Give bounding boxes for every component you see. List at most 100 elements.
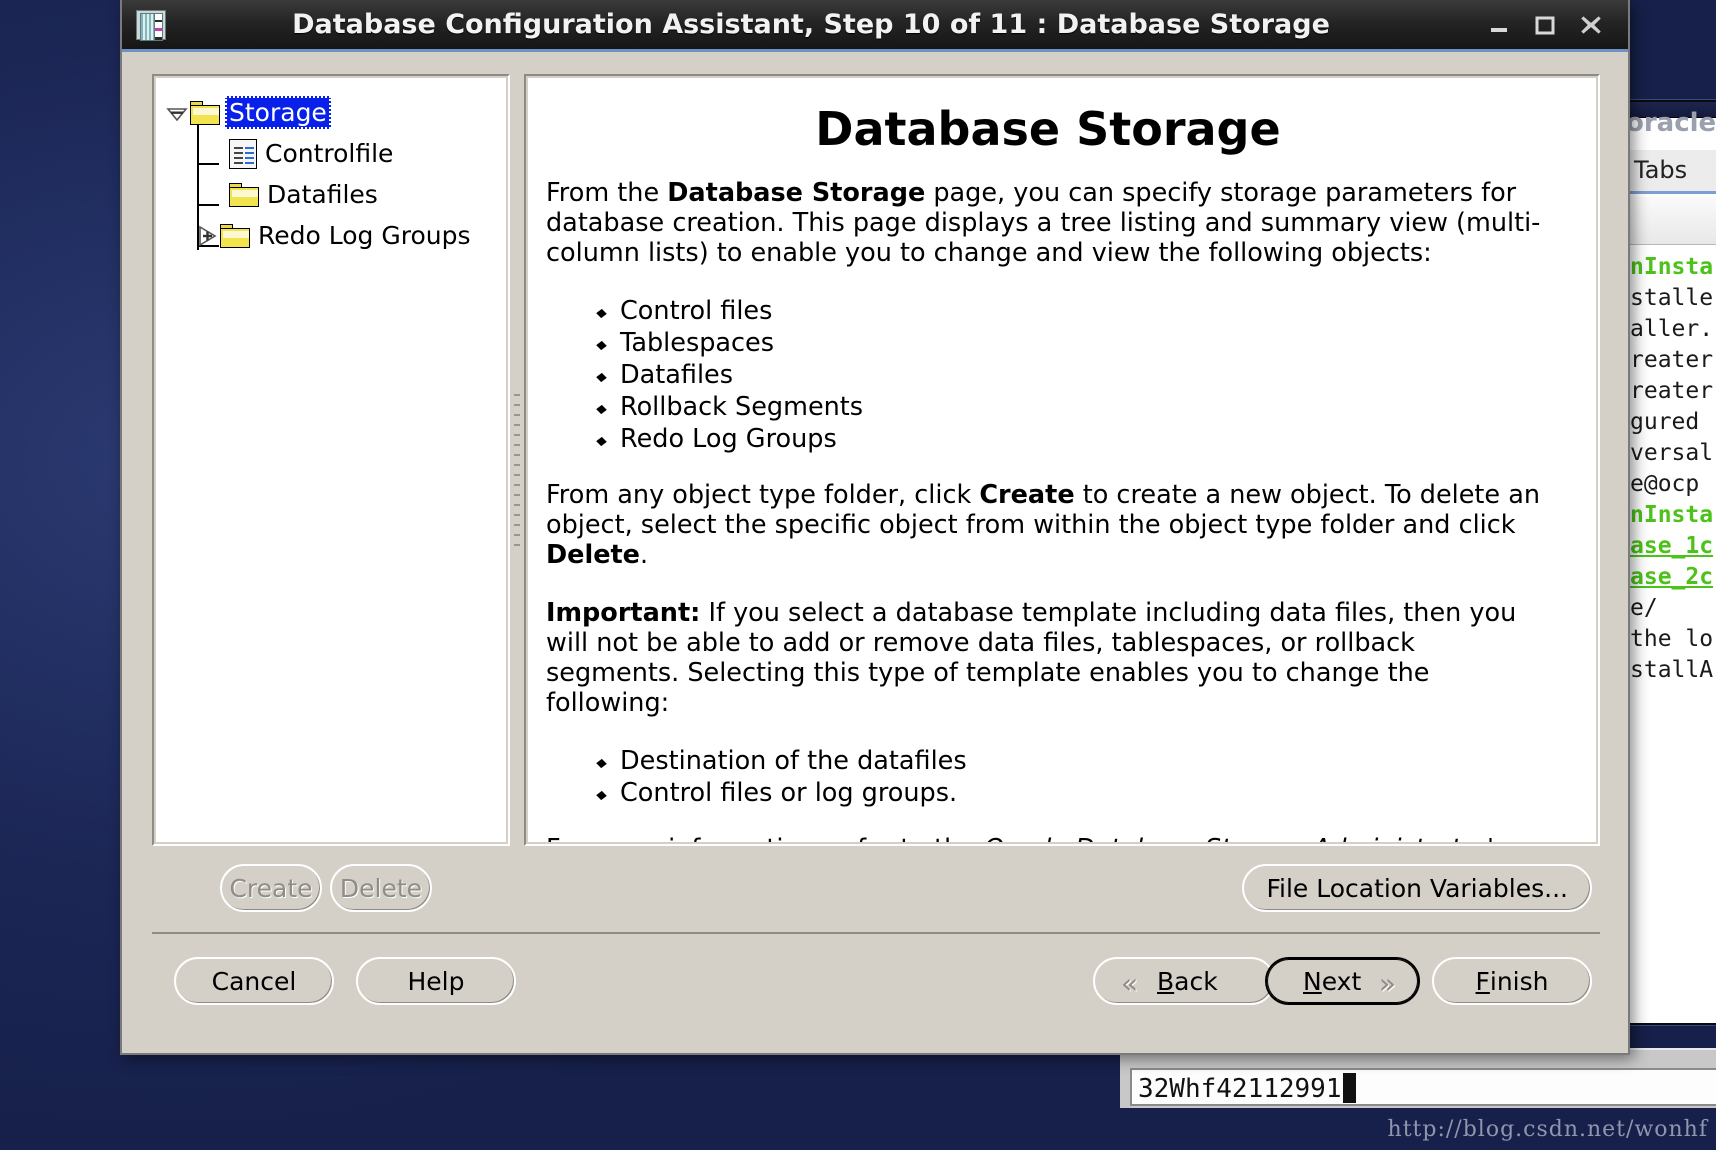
help-list-objects: Control files Tablespaces Datafiles Roll… bbox=[546, 296, 1550, 454]
text-run-bold: Database Storage bbox=[667, 178, 926, 208]
storage-help-pane: Database Storage From the Database Stora… bbox=[524, 74, 1600, 846]
tree-item-label: Redo Log Groups bbox=[258, 221, 471, 250]
finish-button[interactable]: Finish bbox=[1432, 957, 1592, 1005]
close-button[interactable] bbox=[1568, 0, 1614, 51]
list-item: Control files bbox=[620, 296, 1550, 326]
terminal-line: the lo bbox=[1630, 626, 1714, 652]
back-label: ack bbox=[1174, 966, 1218, 996]
storage-split-pane: Storage Controlfile Datafiles Redo Log G… bbox=[152, 74, 1600, 846]
text-run-bold: Create bbox=[979, 480, 1075, 510]
storage-tree[interactable]: Storage Controlfile Datafiles Redo Log G… bbox=[156, 78, 506, 256]
terminal-line: aller.. bbox=[1630, 316, 1716, 342]
tree-item-storage[interactable]: Storage bbox=[166, 92, 506, 133]
terminal-line: staller bbox=[1630, 285, 1716, 311]
terminal-output[interactable]: nInsta staller aller.. reater reater gured ver… bbox=[1628, 246, 1716, 1023]
storage-tree-scroll[interactable]: Storage Controlfile Datafiles Redo Log G… bbox=[156, 78, 506, 842]
finish-mnemonic: F bbox=[1475, 966, 1490, 996]
next-mnemonic: N bbox=[1303, 966, 1322, 996]
minimize-button[interactable] bbox=[1476, 0, 1522, 51]
cancel-button[interactable]: Cancel bbox=[174, 957, 334, 1005]
text-run: For more information, refer to the bbox=[546, 834, 984, 842]
terminal-title-text: oracle@ bbox=[1626, 108, 1716, 138]
list-item: Destination of the datafiles bbox=[620, 746, 1550, 776]
terminal-line: reater bbox=[1630, 378, 1714, 404]
help-document: Database Storage From the Database Stora… bbox=[528, 78, 1596, 842]
help-scroll-area[interactable]: Database Storage From the Database Stora… bbox=[528, 78, 1596, 842]
help-paragraph-reference: For more information, refer to the Oracl… bbox=[546, 834, 1550, 842]
list-item: Rollback Segments bbox=[620, 392, 1550, 422]
terminal-tab-strip[interactable] bbox=[1626, 197, 1716, 245]
text-run-bold: Delete bbox=[546, 540, 640, 570]
desktop-background: oracle@ Tabs nInsta staller aller.. reater r… bbox=[0, 0, 1716, 1150]
terminal-line: reater bbox=[1630, 347, 1714, 373]
collapse-toggle-icon[interactable] bbox=[166, 102, 188, 124]
expand-toggle-icon[interactable] bbox=[196, 225, 218, 247]
text-run-bold: Important: bbox=[546, 598, 701, 628]
tree-item-datafiles[interactable]: Datafiles bbox=[166, 174, 506, 215]
page-title: Database Storage bbox=[815, 102, 1281, 156]
database-assistant-icon bbox=[136, 9, 166, 41]
list-item: Datafiles bbox=[620, 360, 1550, 390]
watermark-text: http://blog.csdn.net/wonhf bbox=[1387, 1117, 1708, 1142]
tree-item-label: Controlfile bbox=[265, 139, 394, 168]
list-item: Control files or log groups. bbox=[620, 778, 1550, 808]
tree-item-controlfile[interactable]: Controlfile bbox=[166, 133, 506, 174]
delete-button[interactable]: Delete bbox=[330, 864, 432, 912]
chevron-right-icon: » bbox=[1378, 967, 1396, 1000]
list-item: Tablespaces bbox=[620, 328, 1550, 358]
back-mnemonic: B bbox=[1157, 966, 1175, 996]
maximize-button[interactable] bbox=[1522, 0, 1568, 51]
next-label: ext bbox=[1321, 966, 1362, 996]
terminal-line: stallA bbox=[1630, 657, 1714, 683]
pane-divider[interactable] bbox=[510, 74, 524, 846]
terminal-line: versal bbox=[1630, 440, 1714, 466]
terminal-line: gured bbox=[1630, 409, 1700, 435]
next-button[interactable]: Next » bbox=[1265, 957, 1420, 1005]
back-button[interactable]: « Back bbox=[1093, 957, 1275, 1005]
terminal-line: ase_1c bbox=[1630, 533, 1714, 559]
bottom-text-input[interactable]: 32Whf42112991 bbox=[1130, 1068, 1716, 1106]
dialog-title: Database Configuration Assistant, Step 1… bbox=[292, 9, 1330, 40]
terminal-line: ase_2c bbox=[1630, 564, 1714, 590]
terminal-menu-tabs[interactable]: Tabs bbox=[1634, 156, 1687, 184]
help-button[interactable]: Help bbox=[356, 957, 516, 1005]
dbca-dialog: Database Configuration Assistant, Step 1… bbox=[120, 0, 1630, 1055]
controlfile-document-icon bbox=[229, 138, 257, 169]
folder-icon bbox=[190, 100, 220, 125]
horizontal-separator bbox=[152, 932, 1600, 934]
help-list-changeable: Destination of the datafiles Control fil… bbox=[546, 746, 1550, 808]
minimize-icon bbox=[1491, 27, 1507, 32]
tree-item-label: Datafiles bbox=[267, 180, 378, 209]
wizard-navigation-bar: Cancel Help « Back Next » Finish bbox=[152, 957, 1600, 1015]
dialog-titlebar[interactable]: Database Configuration Assistant, Step 1… bbox=[122, 0, 1628, 52]
object-action-bar: Create Delete File Location Variables... bbox=[152, 864, 1600, 914]
dialog-content: Storage Controlfile Datafiles Redo Log G… bbox=[122, 52, 1628, 1052]
finish-label: inish bbox=[1489, 966, 1549, 996]
help-paragraph-intro: From the Database Storage page, you can … bbox=[546, 178, 1550, 268]
text-run: . bbox=[639, 540, 649, 570]
terminal-line: nInsta bbox=[1630, 502, 1714, 528]
list-item: Redo Log Groups bbox=[620, 424, 1550, 454]
folder-icon bbox=[220, 223, 250, 248]
help-paragraph-important: Important: If you select a database temp… bbox=[546, 598, 1550, 718]
create-button[interactable]: Create bbox=[220, 864, 322, 912]
bottom-input-value: 32Whf42112991 bbox=[1138, 1074, 1342, 1104]
help-paragraph-create-delete: From any object type folder, click Creat… bbox=[546, 480, 1550, 570]
terminal-menubar[interactable]: Tabs bbox=[1626, 150, 1716, 194]
terminal-line: e@ocp bbox=[1630, 471, 1700, 497]
file-location-variables-button[interactable]: File Location Variables... bbox=[1242, 864, 1592, 912]
close-icon bbox=[1581, 15, 1601, 34]
text-run: From the bbox=[546, 178, 668, 208]
text-run: From any object type folder, click bbox=[546, 480, 980, 510]
tree-item-label: Storage bbox=[225, 96, 331, 129]
storage-tree-pane[interactable]: Storage Controlfile Datafiles Redo Log G… bbox=[152, 74, 510, 846]
terminal-line: e/ bbox=[1630, 595, 1658, 621]
terminal-line: nInsta bbox=[1630, 254, 1714, 280]
maximize-icon bbox=[1535, 16, 1555, 34]
tree-item-redo-log-groups[interactable]: Redo Log Groups bbox=[166, 215, 506, 256]
text-caret bbox=[1342, 1073, 1356, 1103]
folder-icon bbox=[229, 182, 259, 207]
pane-divider-grip[interactable] bbox=[514, 394, 520, 554]
